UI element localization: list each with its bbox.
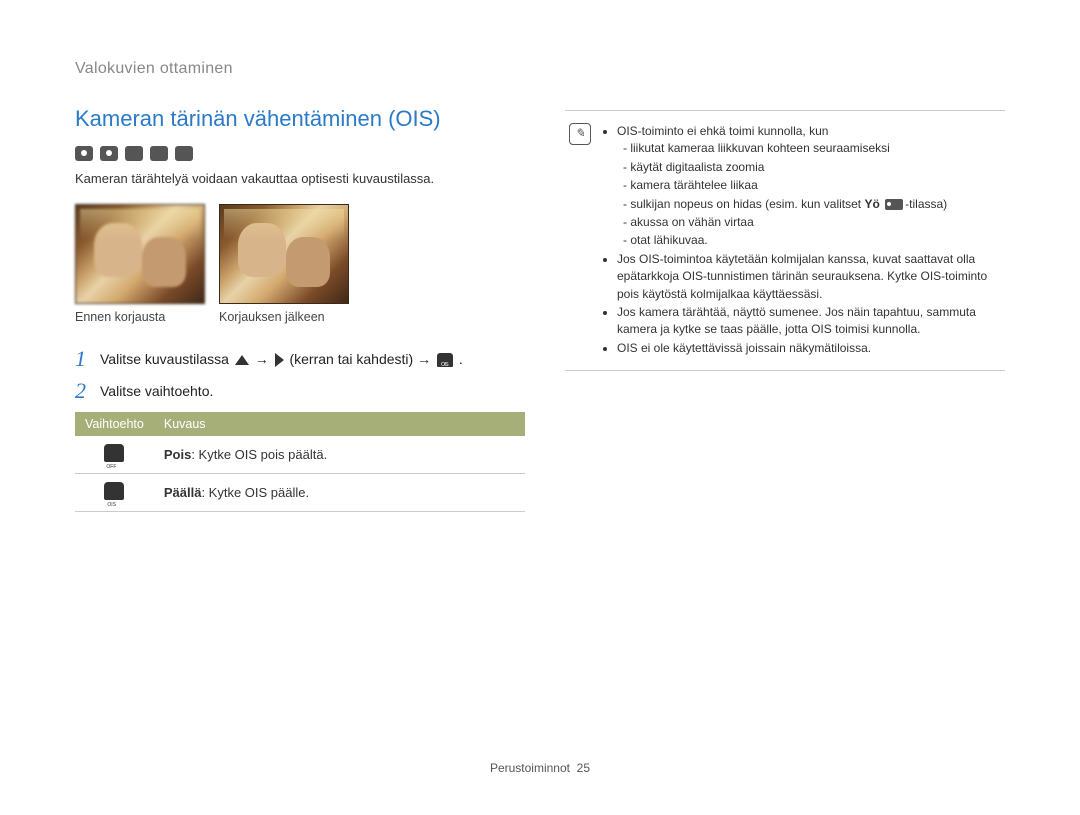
footer-section: Perustoiminnot [490,761,570,775]
note-b3: Jos kamera tärähtää, näyttö sumenee. Jos… [617,304,1001,339]
note-sub-3-post: -tilassa) [905,197,947,211]
breadcrumb: Valokuvien ottaminen [75,60,1005,78]
camera-p-icon [100,146,118,161]
step-1-arrow1: → [255,351,273,367]
step-1-p4: . [459,351,463,367]
note-b2: Jos OIS-toimintoa käytetään kolmijalan k… [617,251,1001,303]
note-icon: ✎ [569,123,591,145]
before-caption: Ennen korjausta [75,310,205,324]
step-1-p3: (kerran tai kahdesti) → [289,351,435,367]
camera-icon [75,146,93,161]
note-sub-1: käytät digitaalista zoomia [623,159,1001,176]
table-row: Päällä: Kytke OIS päälle. [75,474,525,512]
note-sub-2: kamera tärähtelee liikaa [623,177,1001,194]
scene-icon-inline [885,199,903,210]
note-box: ✎ OIS-toiminto ei ehkä toimi kunnolla, k… [565,110,1005,371]
page-title: Kameran tärinän vähentäminen (OIS) [75,106,525,132]
th-desc: Kuvaus [154,412,525,436]
row-1-desc: Päällä: Kytke OIS päälle. [154,474,525,512]
note-sub-3-pre: sulkijan nopeus on hidas (esim. kun vali… [630,197,864,211]
row-1-rest: : Kytke OIS päälle. [201,485,309,500]
note-sub-4: akussa on vähän virtaa [623,214,1001,231]
intro-text: Kameran tärähtelyä voidaan vakauttaa opt… [75,171,525,186]
step-2-text: Valitse vaihtoehto. [100,380,213,399]
note-sub-5: otat lähikuvaa. [623,232,1001,249]
note-sub-3-bold: Yö [864,197,879,211]
table-row: Pois: Kytke OIS pois päältä. [75,436,525,474]
step-1-text: Valitse kuvaustilassa → (kerran tai kahd… [100,348,463,367]
page-footer: Perustoiminnot 25 [0,761,1080,775]
step-1-p1: Valitse kuvaustilassa [100,351,233,367]
triangle-up-icon [235,355,249,365]
step-2-number: 2 [75,380,86,402]
note-b4: OIS ei ole käytettävissä joissain näkymä… [617,340,1001,357]
step-2: 2 Valitse vaihtoehto. [75,380,525,402]
row-1-label: Päällä [164,485,202,500]
footer-page: 25 [577,761,590,775]
note-sub-3: sulkijan nopeus on hidas (esim. kun vali… [623,196,1001,213]
movie-icon [150,146,168,161]
th-option: Vaihtoehto [75,412,154,436]
row-0-rest: : Kytke OIS pois päältä. [191,447,327,462]
note-sub-0: liikutat kameraa liikkuvan kohteen seura… [623,140,1001,157]
options-table: Vaihtoehto Kuvaus Pois: Kytke OIS pois p… [75,412,525,512]
row-0-label: Pois [164,447,191,462]
chevron-right-icon [275,353,284,367]
hand-ois-icon-inline [437,353,453,367]
after-image [219,204,349,304]
hand-off-icon [104,444,124,462]
row-0-desc: Pois: Kytke OIS pois päältä. [154,436,525,474]
hand-ois-icon [104,482,124,500]
smart-movie-icon [175,146,193,161]
note-b1: OIS-toiminto ei ehkä toimi kunnolla, kun [617,124,828,138]
step-1: 1 Valitse kuvaustilassa → (kerran tai ka… [75,348,525,370]
before-image [75,204,205,304]
after-caption: Korjauksen jälkeen [219,310,349,324]
mode-icons-row [75,146,525,161]
step-1-number: 1 [75,348,86,370]
scene-icon [125,146,143,161]
